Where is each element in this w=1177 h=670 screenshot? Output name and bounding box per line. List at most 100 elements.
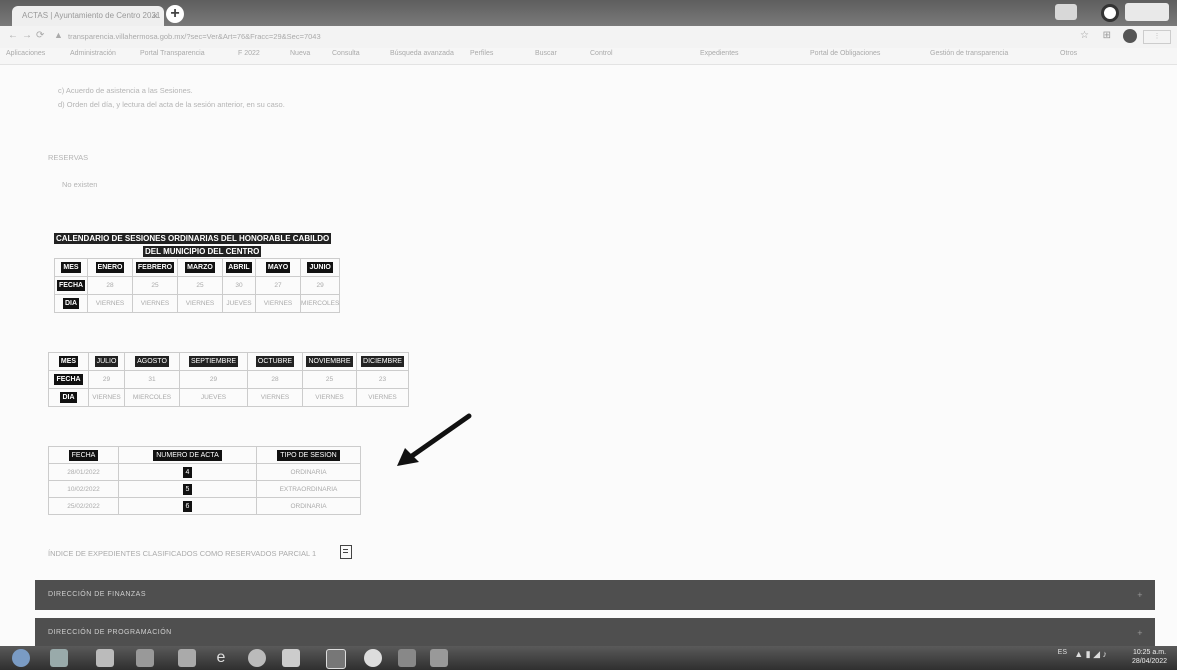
date-cell: 29	[88, 370, 125, 389]
month-label: FEBRERO	[135, 262, 175, 273]
extensions-icon[interactable]: ⊞	[1103, 30, 1111, 41]
section-direccion-finanzas[interactable]: DIRECCIÓN DE FINANZAS +	[35, 580, 1155, 610]
bookmark-star-icon[interactable]: ☆	[1080, 30, 1089, 41]
chrome-icon[interactable]	[248, 649, 266, 667]
section-title: DIRECCIÓN DE PROGRAMACIÓN	[48, 629, 172, 636]
day-cell: VIERNES	[255, 294, 301, 313]
app-icon[interactable]	[282, 649, 300, 667]
calendar-row-dia: DIA VIERNES VIERNES VIERNES JUEVES VIERN…	[54, 294, 341, 313]
table-row: 10/02/2022 5 EXTRAORDINARIA	[48, 480, 361, 498]
expand-icon[interactable]: +	[1137, 618, 1143, 648]
month-label: ABRIL	[226, 262, 252, 273]
actas-header-row: FECHA NUMERO DE ACTA TIPO DE SESION	[48, 446, 361, 464]
actas-table: FECHA NUMERO DE ACTA TIPO DE SESION 28/0…	[48, 446, 361, 515]
internet-explorer-icon[interactable]: e	[212, 649, 230, 667]
date-cell: 28	[247, 370, 303, 389]
minimize-button[interactable]	[1055, 4, 1077, 20]
clock-date: 28/04/2022	[1131, 658, 1167, 665]
folder-icon[interactable]	[136, 649, 154, 667]
day-cell: JUEVES	[179, 388, 248, 407]
acta-date: 28/01/2022	[48, 463, 119, 481]
column-header: TIPO DE SESION	[277, 449, 340, 461]
bookmark-item[interactable]: Portal Transparencia	[140, 50, 205, 57]
acta-type: EXTRAORDINARIA	[256, 480, 361, 498]
calendar-table-jan-jun: MES ENERO FEBRERO MARZO ABRIL MAYO JUNIO…	[54, 258, 341, 313]
bookmark-item[interactable]: Expedientes	[700, 50, 739, 57]
date-cell: 29	[299, 276, 341, 295]
expand-icon[interactable]: +	[1137, 580, 1143, 610]
row-label: FECHA	[56, 280, 86, 291]
day-cell: VIERNES	[177, 294, 223, 313]
acta-date: 25/02/2022	[48, 497, 119, 515]
day-cell: JUEVES	[222, 294, 256, 313]
calendar-row-fecha: FECHA 28 25 25 30 27 29	[54, 276, 341, 295]
start-button-icon[interactable]	[12, 649, 30, 667]
row-label: MES	[61, 262, 81, 273]
app-icon[interactable]	[430, 649, 448, 667]
calendar-row-mes: MES ENERO FEBRERO MARZO ABRIL MAYO JUNIO	[54, 258, 341, 277]
indice-expedientes-link[interactable]: ÍNDICE DE EXPEDIENTES CLASIFICADOS COMO …	[48, 549, 316, 558]
outlook-icon[interactable]	[178, 649, 196, 667]
day-cell: VIERNES	[132, 294, 178, 313]
column-header: NUMERO DE ACTA	[153, 449, 222, 461]
reload-icon[interactable]: ⟳	[36, 30, 44, 41]
bookmark-item[interactable]: Control	[590, 50, 613, 57]
bookmark-item[interactable]: Otros	[1060, 50, 1077, 57]
document-icon[interactable]	[340, 545, 352, 559]
bookmark-item[interactable]: Consulta	[332, 50, 360, 57]
row-label: MES	[58, 356, 79, 367]
file-explorer-icon[interactable]	[50, 649, 68, 667]
tab-close-icon[interactable]: ×	[153, 6, 158, 26]
reservas-label: RESERVAS	[48, 153, 89, 162]
back-icon[interactable]: ←	[8, 30, 18, 41]
profile-avatar[interactable]	[1123, 29, 1137, 43]
acta-number-link[interactable]: 6	[182, 500, 193, 512]
bookmark-item[interactable]: Búsqueda avanzada	[390, 50, 454, 57]
month-label: JUNIO	[307, 262, 333, 273]
intro-line: d) Orden del día, y lectura del acta de …	[58, 100, 285, 109]
day-cell: VIERNES	[302, 388, 357, 407]
month-label: JULIO	[94, 356, 119, 367]
system-tray-icons[interactable]: ▲ ▮ ◢ ♪	[1074, 649, 1107, 660]
bookmark-item[interactable]: F 2022	[238, 50, 260, 57]
month-label: AGOSTO	[135, 356, 169, 367]
language-indicator[interactable]: ES	[1058, 649, 1067, 656]
bookmark-item[interactable]: Perfiles	[470, 50, 493, 57]
browser-menu-button[interactable]: ⋮	[1143, 30, 1171, 44]
calendar-subtitle: DEL MUNICIPIO DEL CENTRO	[143, 246, 262, 257]
acta-number-link[interactable]: 4	[182, 466, 193, 478]
media-player-icon[interactable]	[96, 649, 114, 667]
forward-icon[interactable]: →	[22, 30, 32, 41]
bookmark-item[interactable]: Gestión de transparencia	[930, 50, 1008, 57]
bookmark-item[interactable]: Nueva	[290, 50, 310, 57]
word-icon[interactable]	[326, 649, 346, 669]
day-cell: VIERNES	[247, 388, 303, 407]
bookmark-item[interactable]: Buscar	[535, 50, 557, 57]
bookmark-item[interactable]: Portal de Obligaciones	[810, 50, 880, 57]
acta-number-link[interactable]: 5	[182, 483, 193, 495]
window-close-button[interactable]	[1125, 3, 1169, 21]
bookmark-item[interactable]: Aplicaciones	[6, 50, 45, 57]
bookmark-item[interactable]: Administración	[70, 50, 116, 57]
address-bar-row: ← → ⟳ ▲ transparencia.villahermosa.gob.m…	[0, 26, 1177, 48]
month-label: MAYO	[265, 262, 291, 273]
annotation-arrow-icon	[397, 413, 472, 466]
calendar-row-mes: MES JULIO AGOSTO SEPTIEMBRE OCTUBRE NOVI…	[48, 352, 409, 371]
row-label: DIA	[62, 298, 80, 309]
security-warning-icon[interactable]: ▲	[54, 30, 63, 40]
browser-tab[interactable]: ACTAS | Ayuntamiento de Centro 2021 ×	[12, 6, 164, 26]
date-cell: 30	[222, 276, 256, 295]
calendar-title: CALENDARIO DE SESIONES ORDINARIAS DEL HO…	[54, 233, 332, 244]
chrome-profile-icon[interactable]	[1101, 4, 1119, 22]
excel-icon[interactable]	[398, 649, 416, 667]
url-field[interactable]: transparencia.villahermosa.gob.mx/?sec=V…	[68, 30, 1028, 44]
row-label: DIA	[60, 392, 77, 403]
new-tab-button[interactable]: +	[166, 5, 184, 23]
system-clock[interactable]: 10:25 a.m. 28/04/2022	[1132, 648, 1167, 666]
acta-type: ORDINARIA	[256, 463, 361, 481]
chat-icon[interactable]	[364, 649, 382, 667]
date-cell: 27	[255, 276, 301, 295]
browser-titlebar: ACTAS | Ayuntamiento de Centro 2021 × +	[0, 0, 1177, 26]
day-cell: MIERCOLES	[299, 294, 341, 313]
section-direccion-programacion[interactable]: DIRECCIÓN DE PROGRAMACIÓN +	[35, 618, 1155, 646]
